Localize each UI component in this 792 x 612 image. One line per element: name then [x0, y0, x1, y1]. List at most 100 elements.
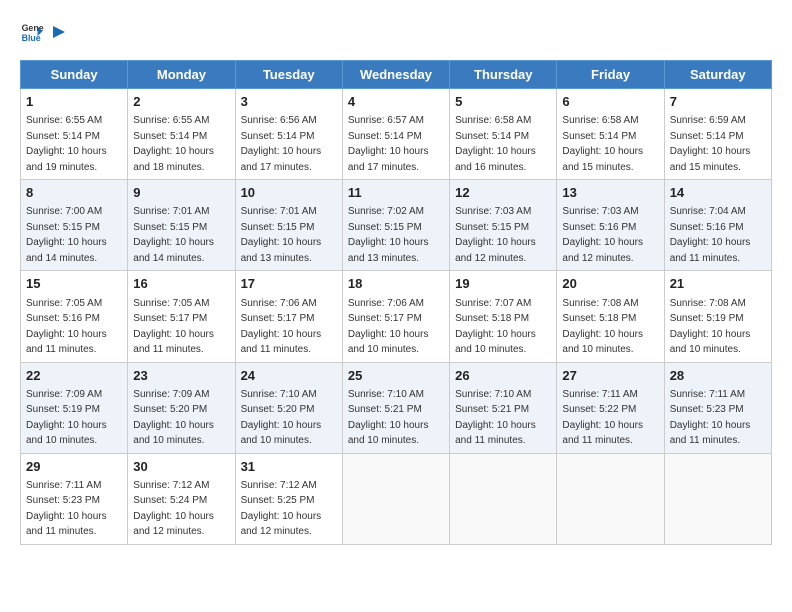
calendar-day-cell: 20 Sunrise: 7:08 AMSunset: 5:18 PMDaylig… — [557, 271, 664, 362]
calendar-header-row: SundayMondayTuesdayWednesdayThursdayFrid… — [21, 61, 772, 89]
calendar-week-row: 8 Sunrise: 7:00 AMSunset: 5:15 PMDayligh… — [21, 180, 772, 271]
day-info: Sunrise: 7:00 AMSunset: 5:15 PMDaylight:… — [26, 206, 107, 264]
day-info: Sunrise: 7:05 AMSunset: 5:17 PMDaylight:… — [133, 298, 214, 356]
calendar-day-cell — [557, 453, 664, 544]
calendar-day-cell: 3 Sunrise: 6:56 AMSunset: 5:14 PMDayligh… — [235, 89, 342, 180]
calendar-day-cell: 21 Sunrise: 7:08 AMSunset: 5:19 PMDaylig… — [664, 271, 771, 362]
calendar-day-cell: 19 Sunrise: 7:07 AMSunset: 5:18 PMDaylig… — [450, 271, 557, 362]
calendar-day-cell: 11 Sunrise: 7:02 AMSunset: 5:15 PMDaylig… — [342, 180, 449, 271]
calendar-day-header: Monday — [128, 61, 235, 89]
day-number: 15 — [26, 275, 122, 293]
calendar-day-cell: 15 Sunrise: 7:05 AMSunset: 5:16 PMDaylig… — [21, 271, 128, 362]
calendar-day-cell: 4 Sunrise: 6:57 AMSunset: 5:14 PMDayligh… — [342, 89, 449, 180]
day-number: 27 — [562, 367, 658, 385]
day-info: Sunrise: 7:06 AMSunset: 5:17 PMDaylight:… — [348, 298, 429, 356]
day-info: Sunrise: 7:01 AMSunset: 5:15 PMDaylight:… — [133, 206, 214, 264]
calendar-day-cell: 9 Sunrise: 7:01 AMSunset: 5:15 PMDayligh… — [128, 180, 235, 271]
day-number: 29 — [26, 458, 122, 476]
day-info: Sunrise: 7:11 AMSunset: 5:23 PMDaylight:… — [670, 389, 751, 447]
calendar-day-cell: 22 Sunrise: 7:09 AMSunset: 5:19 PMDaylig… — [21, 362, 128, 453]
day-number: 25 — [348, 367, 444, 385]
calendar-week-row: 1 Sunrise: 6:55 AMSunset: 5:14 PMDayligh… — [21, 89, 772, 180]
day-number: 7 — [670, 93, 766, 111]
day-number: 20 — [562, 275, 658, 293]
day-info: Sunrise: 7:10 AMSunset: 5:21 PMDaylight:… — [455, 389, 536, 447]
day-number: 10 — [241, 184, 337, 202]
day-number: 11 — [348, 184, 444, 202]
day-number: 8 — [26, 184, 122, 202]
calendar-day-cell: 12 Sunrise: 7:03 AMSunset: 5:15 PMDaylig… — [450, 180, 557, 271]
calendar-day-cell: 10 Sunrise: 7:01 AMSunset: 5:15 PMDaylig… — [235, 180, 342, 271]
calendar-day-cell: 6 Sunrise: 6:58 AMSunset: 5:14 PMDayligh… — [557, 89, 664, 180]
day-number: 12 — [455, 184, 551, 202]
day-number: 5 — [455, 93, 551, 111]
calendar-day-cell — [450, 453, 557, 544]
calendar-day-cell — [664, 453, 771, 544]
calendar-week-row: 15 Sunrise: 7:05 AMSunset: 5:16 PMDaylig… — [21, 271, 772, 362]
calendar-day-header: Saturday — [664, 61, 771, 89]
day-info: Sunrise: 7:11 AMSunset: 5:23 PMDaylight:… — [26, 480, 107, 538]
day-number: 14 — [670, 184, 766, 202]
day-info: Sunrise: 7:04 AMSunset: 5:16 PMDaylight:… — [670, 206, 751, 264]
calendar-day-cell: 18 Sunrise: 7:06 AMSunset: 5:17 PMDaylig… — [342, 271, 449, 362]
day-number: 28 — [670, 367, 766, 385]
calendar-day-cell: 5 Sunrise: 6:58 AMSunset: 5:14 PMDayligh… — [450, 89, 557, 180]
calendar-day-cell: 25 Sunrise: 7:10 AMSunset: 5:21 PMDaylig… — [342, 362, 449, 453]
day-info: Sunrise: 7:07 AMSunset: 5:18 PMDaylight:… — [455, 298, 536, 356]
calendar-day-cell — [342, 453, 449, 544]
day-info: Sunrise: 7:01 AMSunset: 5:15 PMDaylight:… — [241, 206, 322, 264]
calendar-day-cell: 7 Sunrise: 6:59 AMSunset: 5:14 PMDayligh… — [664, 89, 771, 180]
day-info: Sunrise: 7:11 AMSunset: 5:22 PMDaylight:… — [562, 389, 643, 447]
day-info: Sunrise: 7:12 AMSunset: 5:24 PMDaylight:… — [133, 480, 214, 538]
day-info: Sunrise: 7:03 AMSunset: 5:15 PMDaylight:… — [455, 206, 536, 264]
day-number: 13 — [562, 184, 658, 202]
day-number: 19 — [455, 275, 551, 293]
day-info: Sunrise: 7:12 AMSunset: 5:25 PMDaylight:… — [241, 480, 322, 538]
day-info: Sunrise: 7:09 AMSunset: 5:20 PMDaylight:… — [133, 389, 214, 447]
day-info: Sunrise: 6:55 AMSunset: 5:14 PMDaylight:… — [26, 115, 107, 173]
calendar-day-cell: 13 Sunrise: 7:03 AMSunset: 5:16 PMDaylig… — [557, 180, 664, 271]
calendar-day-cell: 8 Sunrise: 7:00 AMSunset: 5:15 PMDayligh… — [21, 180, 128, 271]
day-number: 30 — [133, 458, 229, 476]
day-number: 2 — [133, 93, 229, 111]
day-info: Sunrise: 7:10 AMSunset: 5:21 PMDaylight:… — [348, 389, 429, 447]
calendar-day-cell: 29 Sunrise: 7:11 AMSunset: 5:23 PMDaylig… — [21, 453, 128, 544]
day-number: 21 — [670, 275, 766, 293]
day-number: 22 — [26, 367, 122, 385]
calendar-day-header: Sunday — [21, 61, 128, 89]
day-number: 1 — [26, 93, 122, 111]
calendar-day-cell: 23 Sunrise: 7:09 AMSunset: 5:20 PMDaylig… — [128, 362, 235, 453]
day-info: Sunrise: 7:10 AMSunset: 5:20 PMDaylight:… — [241, 389, 322, 447]
calendar-day-cell: 1 Sunrise: 6:55 AMSunset: 5:14 PMDayligh… — [21, 89, 128, 180]
logo: General Blue — [20, 20, 70, 44]
day-number: 18 — [348, 275, 444, 293]
logo-arrow-icon — [49, 22, 69, 42]
calendar-day-header: Friday — [557, 61, 664, 89]
day-info: Sunrise: 7:08 AMSunset: 5:18 PMDaylight:… — [562, 298, 643, 356]
calendar-table: SundayMondayTuesdayWednesdayThursdayFrid… — [20, 60, 772, 545]
calendar-day-header: Wednesday — [342, 61, 449, 89]
day-info: Sunrise: 6:58 AMSunset: 5:14 PMDaylight:… — [455, 115, 536, 173]
day-info: Sunrise: 7:03 AMSunset: 5:16 PMDaylight:… — [562, 206, 643, 264]
day-info: Sunrise: 7:06 AMSunset: 5:17 PMDaylight:… — [241, 298, 322, 356]
day-info: Sunrise: 7:05 AMSunset: 5:16 PMDaylight:… — [26, 298, 107, 356]
logo-icon: General Blue — [20, 20, 44, 44]
calendar-day-cell: 14 Sunrise: 7:04 AMSunset: 5:16 PMDaylig… — [664, 180, 771, 271]
day-number: 26 — [455, 367, 551, 385]
day-number: 3 — [241, 93, 337, 111]
calendar-day-header: Tuesday — [235, 61, 342, 89]
day-info: Sunrise: 6:57 AMSunset: 5:14 PMDaylight:… — [348, 115, 429, 173]
day-info: Sunrise: 6:59 AMSunset: 5:14 PMDaylight:… — [670, 115, 751, 173]
calendar-week-row: 22 Sunrise: 7:09 AMSunset: 5:19 PMDaylig… — [21, 362, 772, 453]
day-number: 23 — [133, 367, 229, 385]
day-info: Sunrise: 7:02 AMSunset: 5:15 PMDaylight:… — [348, 206, 429, 264]
day-number: 6 — [562, 93, 658, 111]
calendar-day-cell: 17 Sunrise: 7:06 AMSunset: 5:17 PMDaylig… — [235, 271, 342, 362]
day-number: 4 — [348, 93, 444, 111]
day-info: Sunrise: 6:58 AMSunset: 5:14 PMDaylight:… — [562, 115, 643, 173]
calendar-week-row: 29 Sunrise: 7:11 AMSunset: 5:23 PMDaylig… — [21, 453, 772, 544]
page-header: General Blue — [20, 20, 772, 44]
calendar-day-cell: 2 Sunrise: 6:55 AMSunset: 5:14 PMDayligh… — [128, 89, 235, 180]
day-info: Sunrise: 6:55 AMSunset: 5:14 PMDaylight:… — [133, 115, 214, 173]
calendar-body: 1 Sunrise: 6:55 AMSunset: 5:14 PMDayligh… — [21, 89, 772, 545]
